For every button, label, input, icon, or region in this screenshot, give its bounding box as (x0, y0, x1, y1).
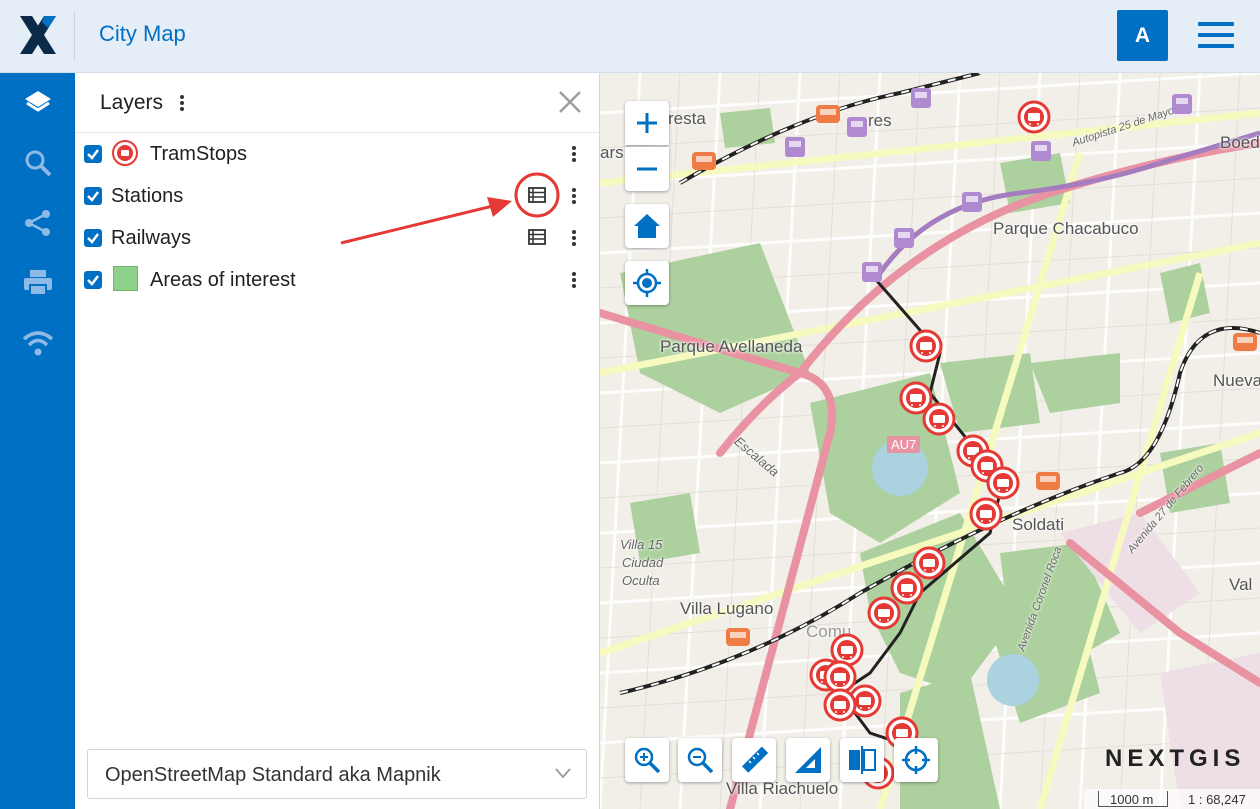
nextgis-brand: NEXTGIS (1105, 745, 1246, 772)
identify-point-button[interactable] (894, 738, 938, 782)
plus-icon (637, 113, 657, 133)
tram-stop-marker[interactable] (922, 402, 956, 436)
layer-more-icon[interactable] (567, 144, 581, 164)
compare-icon (849, 746, 876, 774)
panel-title: Layers (100, 91, 164, 114)
share-icon (24, 210, 50, 236)
zoom-in-tool-button[interactable] (625, 738, 669, 782)
tram-stop-marker[interactable] (830, 633, 864, 667)
basemap-value: OpenStreetMap Standard aka Mapnik (105, 764, 441, 786)
layer-name: Areas of interest (150, 269, 296, 291)
zoom-out-tool-button[interactable] (678, 738, 722, 782)
tram-stop-icon (112, 140, 138, 166)
measure-area-button[interactable] (786, 738, 830, 782)
panel-more-icon[interactable] (175, 93, 189, 113)
layer-row-tramstops[interactable]: TramStops (75, 133, 599, 173)
layer-checkbox[interactable] (84, 229, 102, 247)
layers-panel-header: Layers (75, 73, 599, 133)
user-avatar-button[interactable]: A (1117, 10, 1168, 61)
geolocation-icon (633, 269, 661, 297)
subway-station-marker[interactable] (1172, 94, 1192, 114)
tram-stop-marker[interactable] (890, 571, 924, 605)
highlight-circle (514, 172, 560, 218)
zoom-in-button[interactable] (625, 101, 669, 145)
train-station-marker[interactable] (1036, 472, 1060, 490)
layer-checkbox[interactable] (84, 271, 102, 289)
train-station-marker[interactable] (692, 152, 716, 170)
subway-station-marker[interactable] (785, 137, 805, 157)
basemap-select[interactable]: OpenStreetMap Standard aka Mapnik (87, 749, 587, 799)
scale-ratio: 1 : 68,247 (1188, 792, 1246, 807)
layers-tab[interactable] (0, 73, 75, 133)
print-icon (23, 270, 52, 296)
check-icon (87, 191, 99, 202)
area-swatch (113, 266, 138, 291)
search-tab[interactable] (0, 133, 75, 193)
print-tab[interactable] (0, 253, 75, 313)
connectivity-tab[interactable] (0, 313, 75, 373)
attribute-table-icon[interactable] (528, 229, 546, 245)
layer-name: TramStops (150, 143, 248, 165)
nextgis-logo[interactable] (18, 14, 58, 56)
app-header: City Map A (0, 0, 1260, 73)
tram-stop-marker[interactable] (823, 688, 857, 722)
layer-checkbox[interactable] (84, 145, 102, 163)
tram-stop-marker[interactable] (823, 660, 857, 694)
layer-more-icon[interactable] (567, 186, 581, 206)
app-title[interactable]: City Map (99, 21, 186, 47)
subway-station-marker[interactable] (847, 117, 867, 137)
home-icon (634, 214, 660, 238)
tram-stop-marker[interactable] (969, 497, 1003, 531)
annotation-arrow (340, 197, 512, 245)
wifi-icon (22, 331, 53, 356)
layer-more-icon[interactable] (567, 228, 581, 248)
layer-name: Railways (111, 227, 192, 249)
tram-stop-marker[interactable] (986, 466, 1020, 500)
tram-stop-marker[interactable] (909, 329, 943, 363)
check-icon (87, 233, 99, 244)
check-icon (87, 275, 99, 286)
measure-distance-button[interactable] (732, 738, 776, 782)
scale-label: 1000 m (1110, 792, 1154, 807)
scale-line: 1000 m 1 : 68,247 (1084, 789, 1260, 809)
crosshair-icon (902, 746, 930, 774)
layer-name: Stations (111, 185, 184, 207)
zoom-out-icon (687, 747, 714, 774)
home-extent-button[interactable] (625, 204, 669, 248)
zoom-out-button[interactable] (625, 147, 669, 191)
share-tab[interactable] (0, 193, 75, 253)
tram-stop-marker[interactable] (867, 596, 901, 630)
tool-sidebar (0, 73, 75, 809)
train-station-marker[interactable] (1233, 333, 1257, 351)
train-station-marker[interactable] (726, 628, 750, 646)
train-station-marker[interactable] (816, 105, 840, 123)
check-icon (87, 149, 99, 160)
search-icon (25, 150, 51, 177)
subway-station-marker[interactable] (862, 262, 882, 282)
layer-more-icon[interactable] (567, 270, 581, 290)
tram-stop-marker[interactable] (1017, 100, 1051, 134)
header-divider (74, 12, 75, 60)
subway-station-marker[interactable] (911, 88, 931, 108)
hamburger-menu-button[interactable] (1198, 22, 1236, 48)
swipe-compare-button[interactable] (840, 738, 884, 782)
layer-row-areas-of-interest[interactable]: Areas of interest (75, 259, 599, 299)
layers-icon (24, 91, 51, 112)
tram-stops-layer (692, 88, 1257, 790)
map-view[interactable]: Parque Chacabuco Parque Avellaneda Solda… (600, 73, 1260, 809)
subway-station-marker[interactable] (1031, 141, 1051, 161)
close-icon[interactable] (555, 87, 585, 117)
locate-me-button[interactable] (625, 261, 669, 305)
subway-station-marker[interactable] (962, 192, 982, 212)
chevron-down-icon (555, 768, 571, 779)
tram-stop-marker[interactable] (912, 546, 946, 580)
layer-checkbox[interactable] (84, 187, 102, 205)
minus-icon (637, 167, 657, 171)
zoom-in-icon (634, 747, 661, 774)
ruler-icon (741, 746, 769, 773)
subway-station-marker[interactable] (894, 228, 914, 248)
area-measure-icon (795, 747, 821, 773)
layers-panel: Layers TramStops Stations Railways Areas… (75, 73, 674, 809)
